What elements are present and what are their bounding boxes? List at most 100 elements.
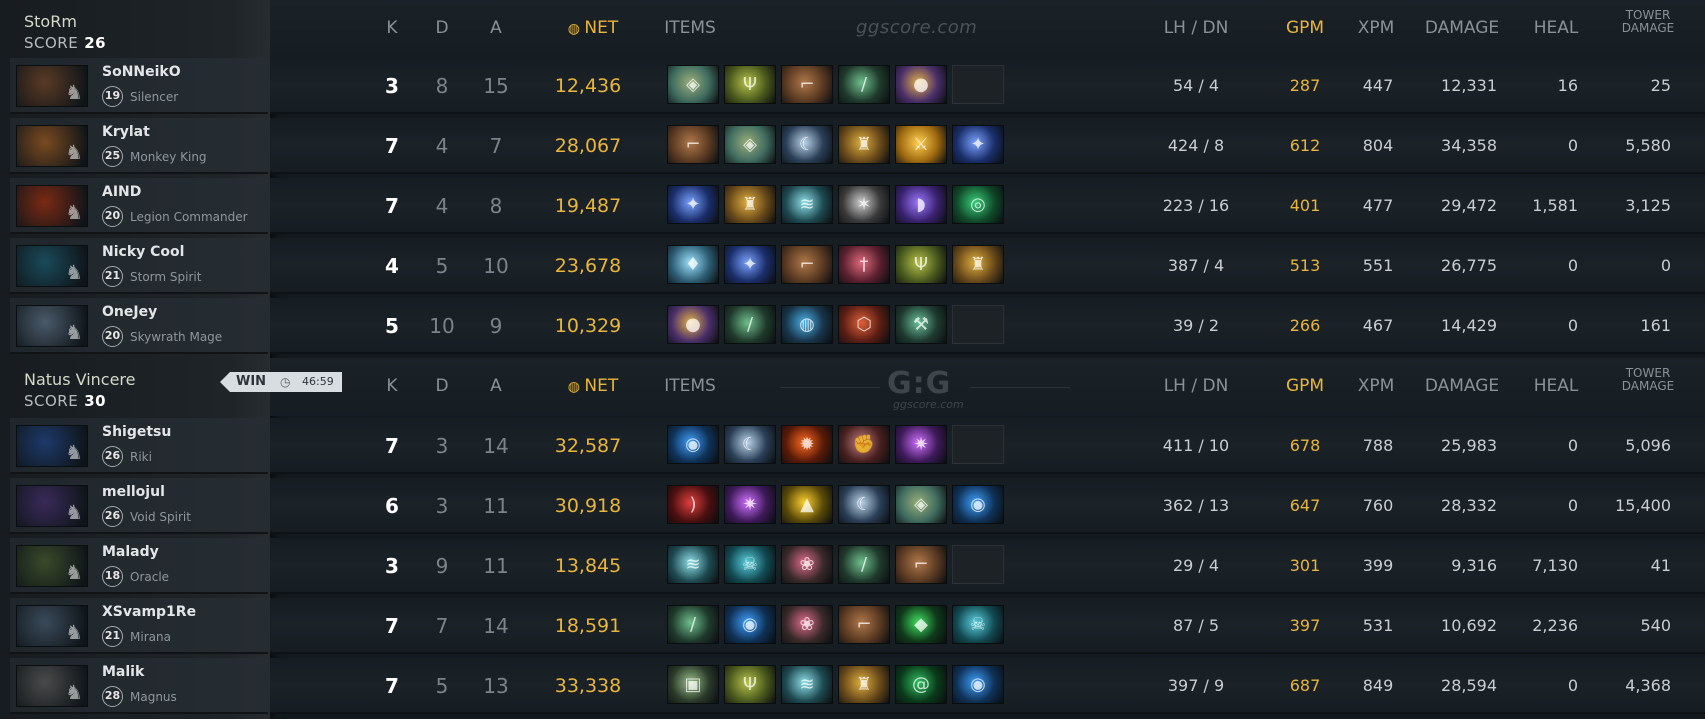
dagger-item-icon[interactable]: † [838, 245, 890, 284]
blade-item-icon[interactable]: ≋ [781, 185, 833, 224]
header-a[interactable]: A [466, 18, 526, 38]
header-tower-damage[interactable]: TOWER DAMAGE [1608, 9, 1688, 35]
player-card[interactable]: ♞ AIND 20 Legion Commander [10, 178, 268, 234]
player-row[interactable]: ♞ Shigetsu 26 Riki 7 3 14 32,587 411 / 10 678 788 2… [0, 418, 1705, 474]
hammer-item-icon[interactable]: ⚒ [895, 305, 947, 344]
boots-item-icon[interactable]: ⌐ [781, 65, 833, 104]
hero-portrait[interactable]: ♞ [16, 245, 88, 287]
wand-item-icon[interactable]: / [667, 605, 719, 644]
header-damage[interactable]: DAMAGE [1412, 18, 1512, 38]
rune-item-icon[interactable]: ◉ [952, 485, 1004, 524]
helm-item-icon[interactable]: ♜ [838, 125, 890, 164]
flame-item-icon[interactable]: ✹ [781, 425, 833, 464]
wand-item-icon[interactable]: / [838, 65, 890, 104]
armor-item-icon[interactable]: ▣ [667, 665, 719, 704]
rune-item-icon[interactable]: ◉ [667, 425, 719, 464]
hero-portrait[interactable]: ♞ [16, 665, 88, 707]
player-name[interactable]: Malady [102, 544, 159, 560]
wand-item-icon[interactable]: / [838, 545, 890, 584]
header-lhdn[interactable]: LH / DN [1141, 376, 1251, 396]
header-items[interactable]: ITEMS [655, 376, 725, 396]
staff-item-icon[interactable]: ◈ [895, 485, 947, 524]
hero-portrait[interactable]: ♞ [16, 545, 88, 587]
hero-portrait[interactable]: ♞ [16, 425, 88, 467]
player-name[interactable]: mellojul [102, 484, 165, 500]
sword-item-icon[interactable]: ⚔ [895, 125, 947, 164]
hero-portrait[interactable]: ♞ [16, 485, 88, 527]
staff-item-icon[interactable]: ◈ [667, 65, 719, 104]
orb-item-icon[interactable]: ● [667, 305, 719, 344]
player-name[interactable]: SoNNeikO [102, 64, 181, 80]
star-item-icon[interactable]: ✷ [895, 425, 947, 464]
header-a[interactable]: A [466, 376, 526, 396]
orb-item-icon[interactable]: ● [895, 65, 947, 104]
player-name[interactable]: OneJey [102, 304, 157, 320]
player-card[interactable]: ♞ XSvamp1Re 21 Mirana [10, 598, 268, 654]
player-name[interactable]: Nicky Cool [102, 244, 184, 260]
lotus-item-icon[interactable]: ❀ [781, 545, 833, 584]
cloak-item-icon[interactable]: ◗ [895, 185, 947, 224]
trident-item-icon[interactable]: Ψ [724, 65, 776, 104]
player-row[interactable]: ♞ mellojul 26 Void Spirit 6 3 11 30,918 362 / 13… [0, 478, 1705, 534]
scepter-item-icon[interactable]: ✦ [952, 125, 1004, 164]
player-card[interactable]: ♞ mellojul 26 Void Spirit [10, 478, 268, 534]
team-name[interactable]: Natus Vincere [24, 370, 136, 389]
player-name[interactable]: Shigetsu [102, 424, 171, 440]
blade-item-icon[interactable]: ≋ [781, 665, 833, 704]
header-d[interactable]: D [412, 376, 472, 396]
hero-portrait[interactable]: ♞ [16, 125, 88, 167]
empty-item-slot[interactable] [952, 305, 1004, 344]
hero-portrait[interactable]: ♞ [16, 605, 88, 647]
team-name[interactable]: StoRm [24, 12, 77, 31]
player-card[interactable]: ♞ Shigetsu 26 Riki [10, 418, 268, 474]
header-gpm[interactable]: GPM [1275, 18, 1335, 38]
player-row[interactable]: ♞ Krylat 25 Monkey King 7 4 7 28,067 424 / 8 612 8… [0, 118, 1705, 174]
helm-item-icon[interactable]: ♜ [724, 185, 776, 224]
player-card[interactable]: ♞ Malik 28 Magnus [10, 658, 268, 714]
wand-item-icon[interactable]: / [724, 305, 776, 344]
player-row[interactable]: ♞ SoNNeikO 19 Silencer 3 8 15 12,436 54 / 4 287 44… [0, 58, 1705, 114]
player-row[interactable]: ♞ AIND 20 Legion Commander 7 4 8 19,487 223 / 16… [0, 178, 1705, 234]
player-row[interactable]: ♞ Nicky Cool 21 Storm Spirit 4 5 10 23,678 387 /… [0, 238, 1705, 294]
header-items[interactable]: ITEMS [655, 18, 725, 38]
boots-item-icon[interactable]: ⌐ [667, 125, 719, 164]
axe-item-icon[interactable]: ☾ [781, 125, 833, 164]
player-name[interactable]: XSvamp1Re [102, 604, 196, 620]
player-row[interactable]: ♞ OneJey 20 Skywrath Mage 5 10 9 10,329 39 / 2 26… [0, 298, 1705, 354]
skull-item-icon[interactable]: ☠ [724, 545, 776, 584]
shield-item-icon[interactable]: ⬡ [838, 305, 890, 344]
player-card[interactable]: ♞ Krylat 25 Monkey King [10, 118, 268, 174]
header-lhdn[interactable]: LH / DN [1141, 18, 1251, 38]
player-card[interactable]: ♞ Nicky Cool 21 Storm Spirit [10, 238, 268, 294]
star-item-icon[interactable]: ✷ [724, 485, 776, 524]
helm-item-icon[interactable]: ♜ [952, 245, 1004, 284]
header-xpm[interactable]: XPM [1346, 376, 1406, 396]
header-net[interactable]: ◍ NET [558, 18, 628, 38]
staff-item-icon[interactable]: ◈ [724, 125, 776, 164]
player-card[interactable]: ♞ OneJey 20 Skywrath Mage [10, 298, 268, 354]
header-xpm[interactable]: XPM [1346, 18, 1406, 38]
skull-item-icon[interactable]: ☠ [952, 605, 1004, 644]
header-gpm[interactable]: GPM [1275, 376, 1335, 396]
axe-item-icon[interactable]: ☾ [724, 425, 776, 464]
player-row[interactable]: ♞ Malik 28 Magnus 7 5 13 33,338 397 / 9 687 849 28,… [0, 658, 1705, 714]
header-heal[interactable]: HEAL [1526, 18, 1586, 38]
hero-portrait[interactable]: ♞ [16, 65, 88, 107]
empty-item-slot[interactable] [952, 545, 1004, 584]
cheese-item-icon[interactable]: ▲ [781, 485, 833, 524]
trident-item-icon[interactable]: Ψ [724, 665, 776, 704]
globe-item-icon[interactable]: ◍ [781, 305, 833, 344]
header-damage[interactable]: DAMAGE [1412, 376, 1512, 396]
bottle-item-icon[interactable]: ♦ [667, 245, 719, 284]
player-row[interactable]: ♞ XSvamp1Re 21 Mirana 7 7 14 18,591 87 / 5 397 531… [0, 598, 1705, 654]
ring-item-icon[interactable]: ◎ [952, 185, 1004, 224]
header-d[interactable]: D [412, 18, 472, 38]
empty-item-slot[interactable] [952, 425, 1004, 464]
boots-item-icon[interactable]: ⌐ [838, 605, 890, 644]
header-tower-damage[interactable]: TOWER DAMAGE [1608, 367, 1688, 393]
lotus-item-icon[interactable]: ❀ [781, 605, 833, 644]
boots-item-icon[interactable]: ⌐ [781, 245, 833, 284]
header-heal[interactable]: HEAL [1526, 376, 1586, 396]
player-name[interactable]: Malik [102, 664, 144, 680]
helm-item-icon[interactable]: ♜ [838, 665, 890, 704]
